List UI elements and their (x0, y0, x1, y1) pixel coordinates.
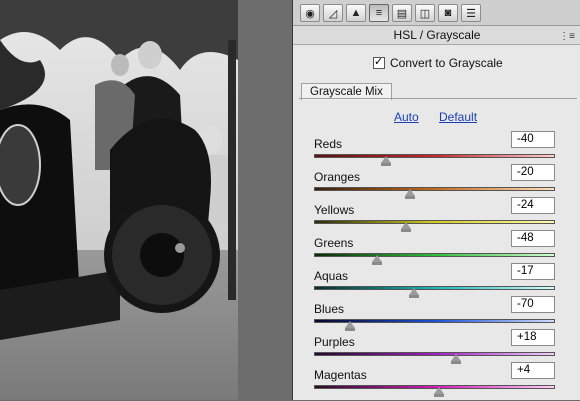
slider-label-blues: Blues (314, 302, 345, 316)
aperture-icon[interactable]: ◉ (300, 4, 320, 22)
slider-value-input-aquas[interactable]: -17 (511, 263, 555, 280)
canvas-gap (238, 0, 292, 400)
auto-link[interactable]: Auto (394, 110, 419, 124)
slider-track-oranges[interactable] (314, 187, 555, 191)
slider-label-magentas: Magentas (314, 368, 367, 382)
slider-label-purples: Purples (314, 335, 355, 349)
slider-thumb-aquas[interactable] (409, 288, 419, 298)
camera-calibration-icon[interactable]: ◙ (438, 4, 458, 22)
detail-icon[interactable]: ▲ (346, 4, 366, 22)
panel-menu-icon[interactable]: ⋮≡ (559, 28, 575, 46)
adjustments-panel: ◉ ◿ ▲ ≡ ▤ ◫ ◙ ☰ HSL / Grayscale ⋮≡ Conve… (292, 0, 580, 400)
slider-thumb-purples[interactable] (451, 354, 462, 364)
slider-value-input-blues[interactable]: -70 (511, 296, 555, 313)
slider-track-greens[interactable] (314, 253, 555, 257)
default-link[interactable]: Default (439, 110, 477, 124)
slider-thumb-yellows[interactable] (400, 222, 411, 232)
slider-thumb-oranges[interactable] (405, 189, 416, 199)
slider-track-yellows[interactable] (314, 220, 555, 224)
convert-to-grayscale-checkbox[interactable] (373, 55, 385, 69)
slider-label-greens: Greens (314, 236, 354, 250)
slider-label-yellows: Yellows (314, 203, 355, 217)
slider-value-input-greens[interactable]: -48 (511, 230, 555, 247)
slider-thumb-reds[interactable] (381, 156, 392, 166)
slider-label-reds: Reds (314, 137, 343, 151)
convert-to-grayscale-toggle[interactable]: Convert to Grayscale (373, 55, 503, 70)
photo-preview (0, 0, 238, 400)
slider-value-input-purples[interactable]: +18 (511, 329, 555, 346)
presets-icon[interactable]: ☰ (461, 4, 481, 22)
split-toning-icon[interactable]: ▤ (392, 4, 412, 22)
slider-value-input-magentas[interactable]: +4 (511, 362, 555, 379)
slider-track-reds[interactable] (314, 154, 555, 158)
slider-track-purples[interactable] (314, 352, 555, 356)
panel-toolbar: ◉ ◿ ▲ ≡ ▤ ◫ ◙ ☰ (293, 0, 580, 26)
tab-divider (299, 98, 577, 99)
slider-value-input-yellows[interactable]: -24 (511, 197, 555, 214)
grayscale-photo (0, 0, 238, 400)
lens-corrections-icon[interactable]: ◫ (415, 4, 435, 22)
slider-value-input-reds[interactable]: -40 (511, 131, 555, 148)
slider-track-aquas[interactable] (314, 286, 555, 290)
slider-thumb-blues[interactable] (345, 321, 356, 331)
panel-title: HSL / Grayscale ⋮≡ (293, 26, 580, 45)
slider-label-oranges: Oranges (314, 170, 361, 184)
hsl-grayscale-icon[interactable]: ≡ (369, 4, 389, 22)
slider-thumb-magentas[interactable] (434, 387, 445, 397)
slider-row-magentas: Magentas +4 (293, 362, 580, 401)
slider-thumb-greens[interactable] (371, 255, 382, 265)
slider-label-aquas: Aquas (314, 269, 349, 283)
slider-value-input-oranges[interactable]: -20 (511, 164, 555, 181)
convert-to-grayscale-label: Convert to Grayscale (390, 56, 503, 70)
panel-title-text: HSL / Grayscale (393, 28, 481, 42)
tone-curve-icon[interactable]: ◿ (323, 4, 343, 22)
